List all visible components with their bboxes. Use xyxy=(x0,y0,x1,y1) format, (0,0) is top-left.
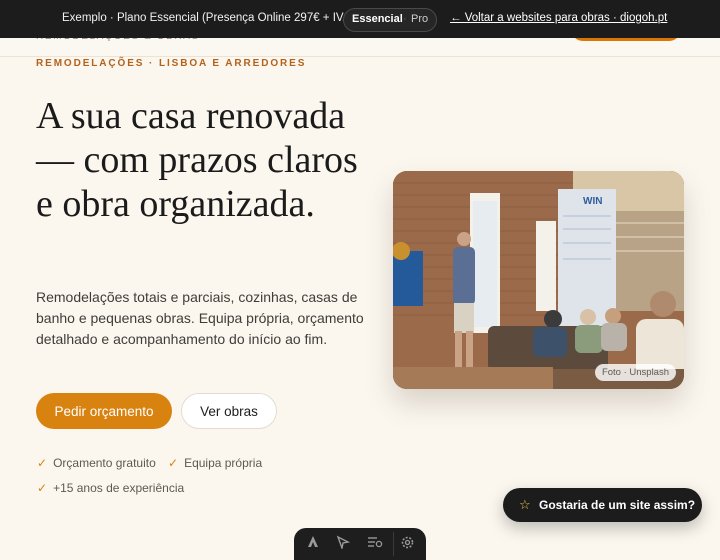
audit-icon[interactable] xyxy=(367,535,383,552)
cursor-icon[interactable] xyxy=(336,535,351,552)
dev-toolbar xyxy=(294,528,426,560)
feature-item: ✓ Equipa própria xyxy=(168,456,262,470)
hero-photo: WIN xyxy=(393,171,684,389)
feature-item: ✓ +15 anos de experiência xyxy=(37,481,184,495)
hero-image: WIN Foto · Unsplash xyxy=(393,171,684,389)
image-credit: Foto · Unsplash xyxy=(594,364,676,381)
view-works-button[interactable]: Ver obras xyxy=(181,393,277,429)
astro-logo-icon[interactable] xyxy=(306,535,320,552)
back-link[interactable]: ← Voltar a websites para obras · diogoh.… xyxy=(450,12,667,24)
feature-item: ✓ Orçamento gratuito xyxy=(37,456,156,470)
plan-toggle[interactable]: Essencial · Pro xyxy=(343,8,437,32)
request-quote-button[interactable]: Pedir orçamento xyxy=(36,393,172,429)
feature-label: Equipa própria xyxy=(184,456,263,470)
feature-label: +15 anos de experiência xyxy=(53,481,185,495)
toolbar-divider xyxy=(393,532,394,556)
plan-option-essencial[interactable]: Essencial xyxy=(352,13,403,25)
hero-kicker: REMODELAÇÕES · LISBOA E ARREDORES xyxy=(36,58,307,69)
floating-cta-button[interactable]: ☆ Gostaria de um site assim? xyxy=(503,488,702,522)
star-icon: ☆ xyxy=(519,497,531,512)
demo-bar: Exemplo · Plano Essencial (Presença Onli… xyxy=(0,0,720,38)
check-icon: ✓ xyxy=(168,456,179,470)
plan-separator: · xyxy=(403,13,407,25)
hero-title: A sua casa renovada — com prazos claros … xyxy=(36,95,358,225)
check-icon: ✓ xyxy=(37,456,48,470)
plan-option-pro[interactable]: Pro xyxy=(411,13,428,25)
floating-cta-label: Gostaria de um site assim? xyxy=(539,498,696,512)
feature-label: Orçamento gratuito xyxy=(53,456,156,470)
svg-text:WIN: WIN xyxy=(583,196,602,207)
demo-plan-text: Exemplo · Plano Essencial (Presença Onli… xyxy=(62,12,355,24)
check-icon: ✓ xyxy=(37,481,48,495)
hero-description: Remodelações totais e parciais, cozinhas… xyxy=(36,289,364,347)
gear-icon[interactable] xyxy=(400,535,415,553)
